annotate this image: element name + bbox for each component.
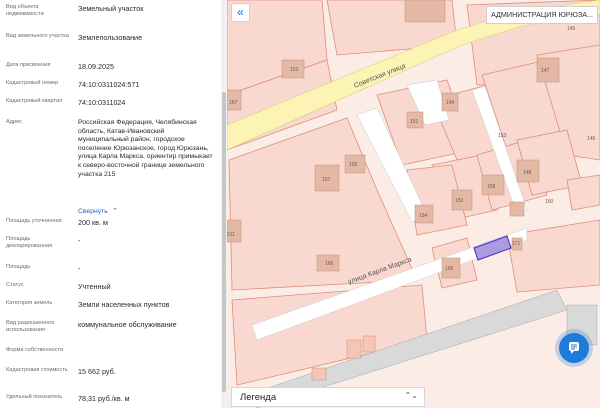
info-label: Вид объекта недвижимости: [6, 4, 44, 17]
info-value: Земли населенных пунктов: [78, 300, 170, 309]
info-row-specific-indicator: Удельный показатель 78,31 руб./кв. м: [0, 394, 218, 408]
parcel-number: 167: [229, 100, 238, 106]
parcel-number: 145: [567, 26, 576, 32]
small-structure: [311, 367, 327, 381]
parcel[interactable]: [566, 174, 600, 211]
info-value: 200 кв. м: [78, 218, 108, 227]
small-structure: [346, 339, 362, 359]
cadastral-map[interactable]: Советская улица улица Карла Маркса 152 1…: [227, 0, 600, 408]
info-value: Землепользование: [78, 33, 143, 42]
info-row-area: Площадь -: [0, 264, 218, 276]
info-value: 78,31 руб./кв. м: [78, 394, 130, 403]
parcel-number: 150: [455, 198, 464, 204]
parcel-number: 154: [419, 213, 428, 219]
parcel-number: 171: [512, 241, 521, 247]
parcel-number: 153: [498, 133, 507, 139]
building: [509, 201, 525, 217]
info-label: Удельный показатель: [6, 394, 63, 400]
parcel-number: 158: [487, 184, 496, 190]
info-value[interactable]: 74:10:0311024: [78, 98, 216, 108]
parcel-number: 166: [325, 261, 334, 267]
info-value: Учтенный: [78, 282, 111, 291]
info-row-land-category: Категория земель Земли населенных пункто…: [0, 300, 218, 312]
parcel-number: 160: [545, 199, 554, 205]
info-row-address: Адрес Российская Федерация, Челябинская …: [0, 119, 218, 215]
parcel-number: 157: [322, 177, 331, 183]
collapse-link-text: Свернуть: [78, 208, 108, 215]
chat-icon: [568, 341, 580, 355]
info-row-ownership: Форма собственности: [0, 347, 218, 359]
info-label: Вид земельного участка: [6, 33, 69, 39]
parcel-number: 211: [227, 232, 235, 238]
info-value: Российская Федерация, Челябинская област…: [78, 119, 213, 178]
parcel-number: 151: [410, 119, 419, 125]
info-row-status: Статус Учтенный: [0, 282, 218, 294]
info-row-object-type: Вид объекта недвижимости Земельный участ…: [0, 4, 218, 26]
parcel-number: 148: [523, 170, 532, 176]
info-value: 18.09.2025: [78, 62, 114, 71]
info-row-cadastral-number: Кадастровый номер 74:10:0311024:571: [0, 80, 218, 92]
parcel-number: 149: [446, 100, 455, 106]
info-row-parcel-type: Вид земельного участка Землепользование: [0, 33, 218, 55]
info-row-cadastral-quarter: Кадастровый квартал 74:10:0311024: [0, 98, 218, 110]
building: [404, 0, 446, 23]
info-label: Категория земель: [6, 300, 53, 306]
info-value: коммунальное обслуживание: [78, 320, 177, 329]
info-row-cadastral-value: Кадастровая стоимость 15 662 руб.: [0, 367, 218, 389]
chevron-updown-icon: ⌃⌄: [404, 391, 418, 400]
info-label: Вид разрешенного использования: [6, 320, 55, 333]
info-row-area-specified: Площадь уточненная 200 кв. м: [0, 218, 218, 234]
info-label: Кадастровая стоимость: [6, 367, 68, 373]
chat-button[interactable]: [559, 333, 589, 363]
info-label: Площадь уточненная: [6, 218, 62, 224]
parcel-number: 147: [541, 68, 550, 74]
info-label: Адрес: [6, 119, 23, 125]
collapse-address-link[interactable]: Свернуть ⌃: [78, 200, 118, 218]
object-info-panel: Вид объекта недвижимости Земельный участ…: [0, 0, 222, 408]
info-label: Дата присвоения: [6, 62, 51, 68]
info-label: Статус: [6, 282, 24, 288]
parcel-number: 156: [445, 266, 454, 272]
info-row-date: Дата присвоения 18.09.2025: [0, 62, 218, 74]
info-value: -: [78, 236, 81, 245]
panel-scrollbar-thumb[interactable]: [222, 92, 226, 392]
info-value[interactable]: 74:10:0311024:571: [78, 80, 216, 90]
info-row-area-declared: Площадь декларированная -: [0, 236, 218, 258]
legend-title: Легенда: [240, 392, 277, 403]
chevron-up-icon: ⌃: [112, 208, 118, 215]
info-label: Кадастровый квартал: [6, 98, 63, 104]
legend-dropdown[interactable]: Легенда ⌃⌄: [231, 387, 425, 407]
info-label: Кадастровый номер: [6, 80, 59, 86]
parcel-number: 146: [587, 136, 596, 142]
info-label: Площадь: [6, 264, 31, 270]
parcel-number: 152: [290, 67, 299, 73]
parcel-number: 155: [349, 162, 358, 168]
info-row-permitted-use: Вид разрешенного использования коммуналь…: [0, 320, 218, 342]
info-value: 15 662 руб.: [78, 367, 116, 376]
map-canvas[interactable]: Советская улица улица Карла Маркса 152 1…: [227, 0, 600, 408]
info-label: Форма собственности: [6, 347, 64, 353]
building: [227, 219, 242, 243]
info-value: -: [78, 264, 81, 273]
info-value: Земельный участок: [78, 4, 144, 13]
info-label: Площадь декларированная: [6, 236, 53, 249]
administration-label[interactable]: АДМИНИСТРАЦИЯ ЮРЮЗА...: [486, 6, 598, 24]
small-structure: [362, 335, 376, 353]
collapse-panel-button[interactable]: «: [231, 3, 250, 22]
